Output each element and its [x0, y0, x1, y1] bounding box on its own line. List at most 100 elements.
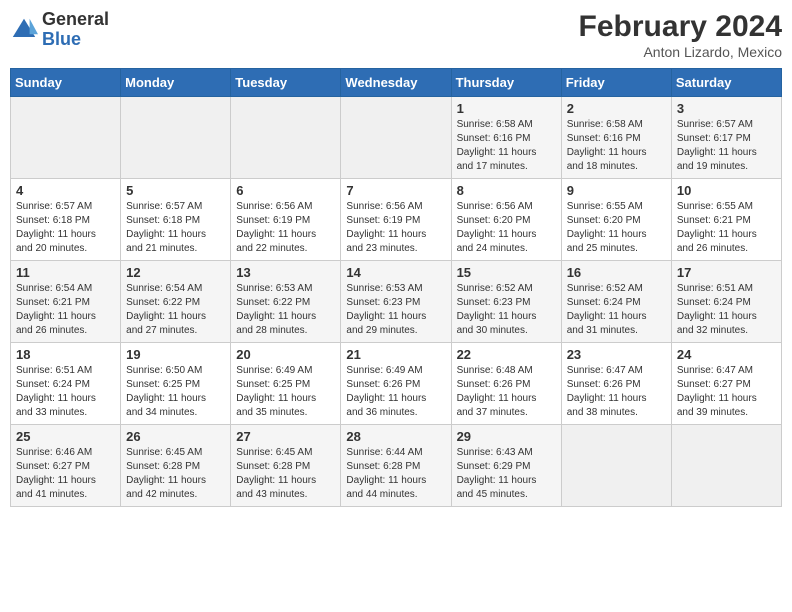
day-info: Sunrise: 6:52 AM Sunset: 6:24 PM Dayligh…: [567, 282, 666, 338]
weekday-header-tuesday: Tuesday: [231, 69, 341, 97]
calendar-cell: 6Sunrise: 6:56 AM Sunset: 6:19 PM Daylig…: [231, 179, 341, 261]
day-info: Sunrise: 6:49 AM Sunset: 6:26 PM Dayligh…: [346, 364, 445, 420]
calendar-cell: 23Sunrise: 6:47 AM Sunset: 6:26 PM Dayli…: [561, 343, 671, 425]
title-block: February 2024 Anton Lizardo, Mexico: [579, 10, 782, 60]
day-number: 13: [236, 265, 335, 280]
day-info: Sunrise: 6:58 AM Sunset: 6:16 PM Dayligh…: [457, 118, 556, 174]
day-info: Sunrise: 6:47 AM Sunset: 6:27 PM Dayligh…: [677, 364, 776, 420]
logo-icon: [10, 16, 38, 44]
page-header: General Blue February 2024 Anton Lizardo…: [10, 10, 782, 60]
calendar-cell: [121, 97, 231, 179]
calendar-cell: 18Sunrise: 6:51 AM Sunset: 6:24 PM Dayli…: [11, 343, 121, 425]
logo-blue-text: Blue: [42, 30, 109, 50]
day-number: 18: [16, 347, 115, 362]
calendar-cell: 13 Sunrise: 6:53 AM Sunset: 6:22 PM Dayli…: [231, 261, 341, 343]
day-info: Sunrise: 6:50 AM Sunset: 6:25 PM Dayligh…: [126, 364, 225, 420]
calendar-cell: 3Sunrise: 6:57 AM Sunset: 6:17 PM Daylig…: [671, 97, 781, 179]
day-number: 17: [677, 265, 776, 280]
day-number: 10: [677, 183, 776, 198]
day-number: 11: [16, 265, 115, 280]
day-number: 5: [126, 183, 225, 198]
weekday-row: SundayMondayTuesdayWednesdayThursdayFrid…: [11, 69, 782, 97]
calendar-cell: 20Sunrise: 6:49 AM Sunset: 6:25 PM Dayli…: [231, 343, 341, 425]
calendar-cell: 24 Sunrise: 6:47 AM Sunset: 6:27 PM Dayli…: [671, 343, 781, 425]
calendar-cell: 4 Sunrise: 6:57 AM Sunset: 6:18 PM Daylig…: [11, 179, 121, 261]
calendar-cell: 25Sunrise: 6:46 AM Sunset: 6:27 PM Dayli…: [11, 425, 121, 507]
calendar-cell: 26Sunrise: 6:45 AM Sunset: 6:28 PM Dayli…: [121, 425, 231, 507]
day-info: Sunrise: 6:47 AM Sunset: 6:26 PM Dayligh…: [567, 364, 666, 420]
calendar-cell: [671, 425, 781, 507]
logo: General Blue: [10, 10, 109, 50]
calendar-week-row: 4 Sunrise: 6:57 AM Sunset: 6:18 PM Daylig…: [11, 179, 782, 261]
day-number: 24: [677, 347, 776, 362]
calendar-title: February 2024: [579, 10, 782, 44]
weekday-header-sunday: Sunday: [11, 69, 121, 97]
day-number: 12: [126, 265, 225, 280]
day-number: 16: [567, 265, 666, 280]
calendar-week-row: 11 Sunrise: 6:54 AM Sunset: 6:21 PM Dayli…: [11, 261, 782, 343]
day-info: Sunrise: 6:54 AM Sunset: 6:22 PM Dayligh…: [126, 282, 225, 338]
calendar-cell: 21Sunrise: 6:49 AM Sunset: 6:26 PM Dayli…: [341, 343, 451, 425]
calendar-cell: [341, 97, 451, 179]
weekday-header-friday: Friday: [561, 69, 671, 97]
day-info: Sunrise: 6:57 AM Sunset: 6:18 PM Dayligh…: [126, 200, 225, 256]
calendar-table: SundayMondayTuesdayWednesdayThursdayFrid…: [10, 68, 782, 507]
calendar-cell: 12 Sunrise: 6:54 AM Sunset: 6:22 PM Dayli…: [121, 261, 231, 343]
calendar-cell: 17 Sunrise: 6:51 AM Sunset: 6:24 PM Dayli…: [671, 261, 781, 343]
day-info: Sunrise: 6:57 AM Sunset: 6:18 PM Dayligh…: [16, 200, 115, 256]
day-number: 2: [567, 101, 666, 116]
calendar-cell: 9 Sunrise: 6:55 AM Sunset: 6:20 PM Daylig…: [561, 179, 671, 261]
day-info: Sunrise: 6:53 AM Sunset: 6:23 PM Dayligh…: [346, 282, 445, 338]
calendar-week-row: 25Sunrise: 6:46 AM Sunset: 6:27 PM Dayli…: [11, 425, 782, 507]
day-number: 26: [126, 429, 225, 444]
day-number: 19: [126, 347, 225, 362]
weekday-header-saturday: Saturday: [671, 69, 781, 97]
day-info: Sunrise: 6:56 AM Sunset: 6:19 PM Dayligh…: [346, 200, 445, 256]
calendar-cell: 14Sunrise: 6:53 AM Sunset: 6:23 PM Dayli…: [341, 261, 451, 343]
day-info: Sunrise: 6:48 AM Sunset: 6:26 PM Dayligh…: [457, 364, 556, 420]
weekday-header-wednesday: Wednesday: [341, 69, 451, 97]
day-number: 9: [567, 183, 666, 198]
logo-general-text: General: [42, 10, 109, 30]
calendar-week-row: 18Sunrise: 6:51 AM Sunset: 6:24 PM Dayli…: [11, 343, 782, 425]
day-info: Sunrise: 6:45 AM Sunset: 6:28 PM Dayligh…: [236, 446, 335, 502]
calendar-cell: 8 Sunrise: 6:56 AM Sunset: 6:20 PM Daylig…: [451, 179, 561, 261]
day-info: Sunrise: 6:56 AM Sunset: 6:20 PM Dayligh…: [457, 200, 556, 256]
calendar-cell: 27 Sunrise: 6:45 AM Sunset: 6:28 PM Dayli…: [231, 425, 341, 507]
day-info: Sunrise: 6:52 AM Sunset: 6:23 PM Dayligh…: [457, 282, 556, 338]
day-number: 8: [457, 183, 556, 198]
day-info: Sunrise: 6:54 AM Sunset: 6:21 PM Dayligh…: [16, 282, 115, 338]
calendar-location: Anton Lizardo, Mexico: [579, 44, 782, 60]
calendar-cell: [561, 425, 671, 507]
day-info: Sunrise: 6:53 AM Sunset: 6:22 PM Dayligh…: [236, 282, 335, 338]
calendar-cell: 10 Sunrise: 6:55 AM Sunset: 6:21 PM Dayli…: [671, 179, 781, 261]
weekday-header-thursday: Thursday: [451, 69, 561, 97]
day-info: Sunrise: 6:51 AM Sunset: 6:24 PM Dayligh…: [677, 282, 776, 338]
day-number: 6: [236, 183, 335, 198]
calendar-cell: 2Sunrise: 6:58 AM Sunset: 6:16 PM Daylig…: [561, 97, 671, 179]
weekday-header-monday: Monday: [121, 69, 231, 97]
calendar-cell: 22Sunrise: 6:48 AM Sunset: 6:26 PM Dayli…: [451, 343, 561, 425]
calendar-cell: [11, 97, 121, 179]
calendar-cell: 1 Sunrise: 6:58 AM Sunset: 6:16 PM Daylig…: [451, 97, 561, 179]
day-number: 29: [457, 429, 556, 444]
day-number: 1: [457, 101, 556, 116]
day-number: 4: [16, 183, 115, 198]
day-info: Sunrise: 6:43 AM Sunset: 6:29 PM Dayligh…: [457, 446, 556, 502]
day-number: 28: [346, 429, 445, 444]
calendar-cell: 11 Sunrise: 6:54 AM Sunset: 6:21 PM Dayli…: [11, 261, 121, 343]
day-info: Sunrise: 6:57 AM Sunset: 6:17 PM Dayligh…: [677, 118, 776, 174]
calendar-cell: 29 Sunrise: 6:43 AM Sunset: 6:29 PM Dayli…: [451, 425, 561, 507]
day-number: 27: [236, 429, 335, 444]
calendar-cell: 15Sunrise: 6:52 AM Sunset: 6:23 PM Dayli…: [451, 261, 561, 343]
calendar-body: 1 Sunrise: 6:58 AM Sunset: 6:16 PM Daylig…: [11, 97, 782, 507]
day-info: Sunrise: 6:49 AM Sunset: 6:25 PM Dayligh…: [236, 364, 335, 420]
day-info: Sunrise: 6:44 AM Sunset: 6:28 PM Dayligh…: [346, 446, 445, 502]
day-number: 25: [16, 429, 115, 444]
day-info: Sunrise: 6:55 AM Sunset: 6:20 PM Dayligh…: [567, 200, 666, 256]
day-info: Sunrise: 6:55 AM Sunset: 6:21 PM Dayligh…: [677, 200, 776, 256]
calendar-header: SundayMondayTuesdayWednesdayThursdayFrid…: [11, 69, 782, 97]
calendar-cell: 19 Sunrise: 6:50 AM Sunset: 6:25 PM Dayli…: [121, 343, 231, 425]
calendar-cell: 16 Sunrise: 6:52 AM Sunset: 6:24 PM Dayli…: [561, 261, 671, 343]
calendar-cell: 5 Sunrise: 6:57 AM Sunset: 6:18 PM Daylig…: [121, 179, 231, 261]
